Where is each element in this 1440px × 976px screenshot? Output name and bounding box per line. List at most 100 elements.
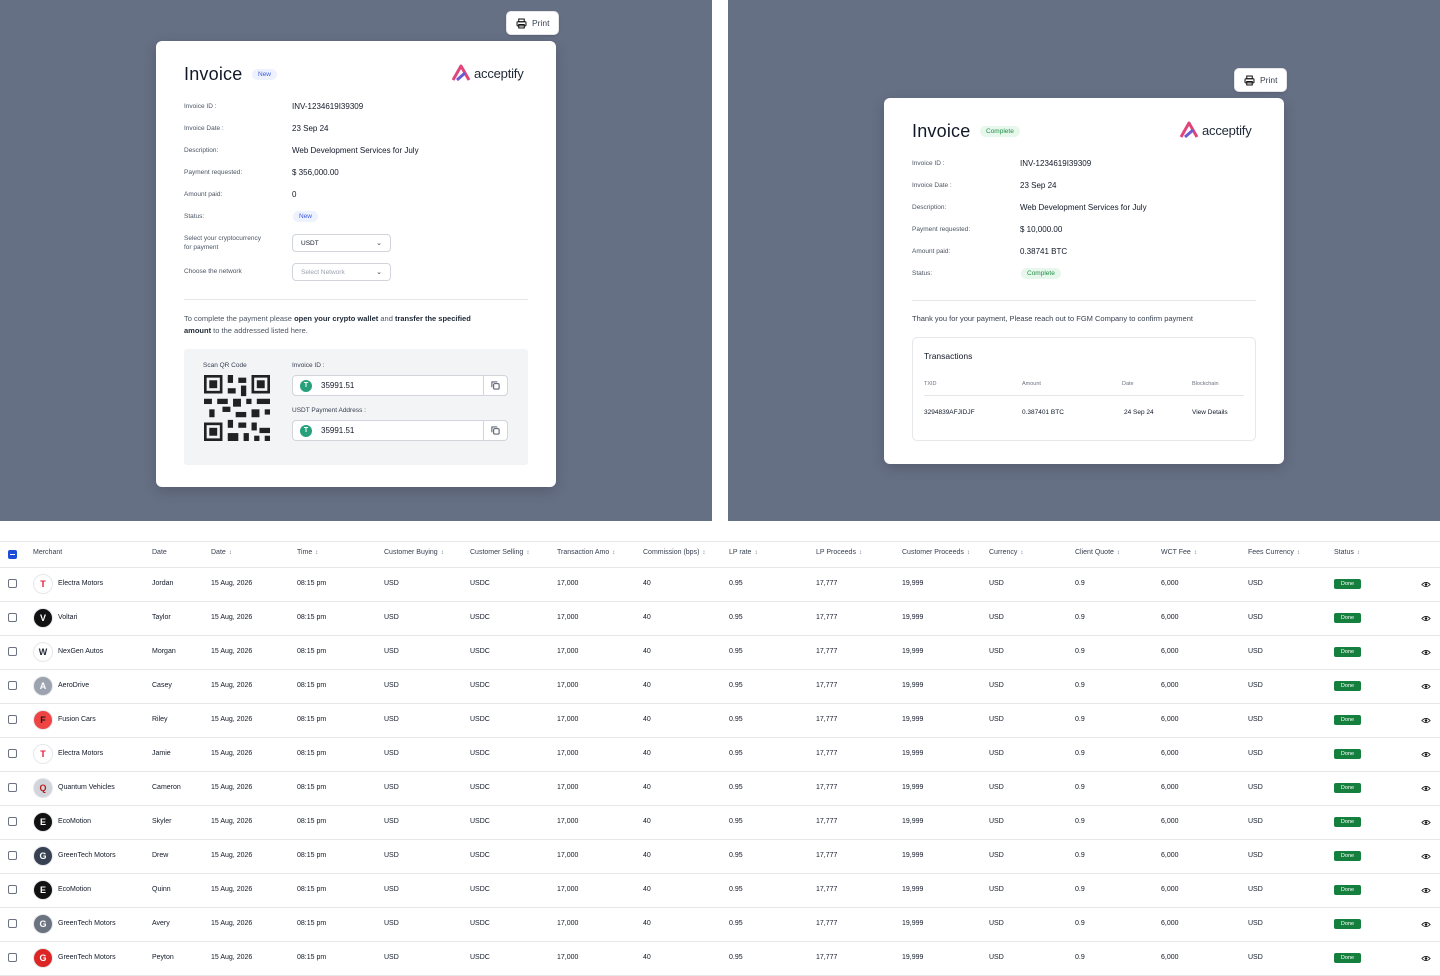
- cell-buying: USD: [384, 954, 399, 961]
- row-checkbox[interactable]: [8, 851, 17, 860]
- row-checkbox[interactable]: [8, 613, 17, 622]
- cell-customer-proceeds: 19,999: [902, 886, 924, 893]
- tx-header-blockchain: Blockchain: [1192, 381, 1219, 387]
- eye-icon[interactable]: [1421, 921, 1431, 928]
- column-header-lp-rate[interactable]: LP rate ↕: [729, 549, 757, 556]
- eye-icon[interactable]: [1421, 955, 1431, 962]
- eye-icon[interactable]: [1421, 683, 1431, 690]
- row-checkbox[interactable]: [8, 783, 17, 792]
- row-checkbox[interactable]: [8, 579, 17, 588]
- merchant-logo-icon: G: [33, 846, 53, 866]
- eye-icon[interactable]: [1421, 717, 1431, 724]
- eye-icon[interactable]: [1421, 853, 1431, 860]
- row-checkbox[interactable]: [8, 817, 17, 826]
- merchant-name: Voltari: [58, 614, 78, 621]
- sort-icon[interactable]: ↕: [1020, 550, 1023, 556]
- column-header-customer-buying[interactable]: Customer Buying ↕: [384, 549, 444, 556]
- sort-icon[interactable]: ↕: [315, 550, 318, 556]
- view-details-link[interactable]: View Details: [1192, 409, 1228, 416]
- column-header-customer-selling[interactable]: Customer Selling ↕: [470, 549, 529, 556]
- cell-client-quote: 0.9: [1075, 750, 1085, 757]
- row-checkbox[interactable]: [8, 681, 17, 690]
- cell-amount: 17,000: [557, 852, 579, 859]
- amount-paid-label: Amount paid:: [184, 191, 223, 198]
- print-button[interactable]: Print: [506, 11, 560, 35]
- row-checkbox[interactable]: [8, 647, 17, 656]
- description-label: Description:: [912, 204, 947, 211]
- eye-icon[interactable]: [1421, 615, 1431, 622]
- column-header-fees-currency[interactable]: Fees Currency ↕: [1248, 549, 1300, 556]
- sort-icon[interactable]: ↕: [702, 550, 705, 556]
- print-button[interactable]: Print: [1234, 68, 1288, 92]
- cell-lp-proceeds: 17,777: [816, 614, 838, 621]
- row-checkbox[interactable]: [8, 715, 17, 724]
- sort-icon[interactable]: ↕: [1117, 550, 1120, 556]
- sort-icon[interactable]: ↕: [441, 550, 444, 556]
- cell-commission: 40: [643, 750, 651, 757]
- column-header-client-quote[interactable]: Client Quote ↕: [1075, 549, 1120, 556]
- status-value-badge: New: [293, 211, 319, 222]
- cell-customer-proceeds: 19,999: [902, 852, 924, 859]
- column-header-status[interactable]: Status ↕: [1334, 549, 1360, 556]
- cell-commission: 40: [643, 716, 651, 723]
- row-checkbox[interactable]: [8, 885, 17, 894]
- sort-icon[interactable]: ↕: [229, 550, 232, 556]
- crypto-select[interactable]: USDT ⌄: [292, 234, 391, 252]
- sort-icon[interactable]: ↕: [1194, 550, 1197, 556]
- sort-icon[interactable]: ↕: [526, 550, 529, 556]
- cell-date: 15 Aug, 2026: [211, 614, 253, 621]
- merchant-name: GreenTech Motors: [58, 920, 116, 927]
- column-header-label: LP rate: [729, 549, 752, 556]
- invoice-card: Invoice Complete acceptify Invoice ID : …: [884, 98, 1284, 464]
- column-header-label: Merchant: [33, 549, 63, 556]
- eye-icon[interactable]: [1421, 751, 1431, 758]
- sort-icon[interactable]: ↕: [1357, 550, 1360, 556]
- copy-icon[interactable]: [483, 375, 507, 396]
- row-checkbox[interactable]: [8, 953, 17, 962]
- sort-icon[interactable]: ↕: [754, 550, 757, 556]
- cell-lp-proceeds: 17,777: [816, 750, 838, 757]
- cell-selling: USDC: [470, 648, 490, 655]
- column-header-date[interactable]: Date ↕: [211, 549, 232, 556]
- row-divider: [0, 941, 1440, 942]
- eye-icon[interactable]: [1421, 581, 1431, 588]
- cell-time: 08:15 pm: [297, 750, 327, 757]
- eye-icon[interactable]: [1421, 649, 1431, 656]
- status-label: Status:: [184, 213, 205, 220]
- cell-time: 08:15 pm: [297, 886, 327, 893]
- cell-lp-proceeds: 17,777: [816, 852, 838, 859]
- row-divider: [0, 839, 1440, 840]
- cell-selling: USDC: [470, 580, 490, 587]
- cell-lp-rate: 0.95: [729, 886, 743, 893]
- select-all-checkbox[interactable]: [8, 550, 17, 559]
- network-select[interactable]: Select Network ⌄: [292, 263, 391, 281]
- column-header-commission[interactable]: Commission (bps) ↕: [643, 549, 705, 556]
- eye-icon[interactable]: [1421, 785, 1431, 792]
- crypto-label-2: for payment: [184, 244, 219, 251]
- sort-icon[interactable]: ↕: [967, 550, 970, 556]
- column-header-customer-proceeds[interactable]: Customer Proceeds ↕: [902, 549, 970, 556]
- cell-time: 08:15 pm: [297, 852, 327, 859]
- status-badge: Done: [1334, 647, 1361, 657]
- row-checkbox[interactable]: [8, 919, 17, 928]
- invoice-date-label: Invoice Date :: [184, 125, 224, 132]
- column-header-transaction-amount[interactable]: Transaction Amo ↕: [557, 549, 615, 556]
- sort-icon[interactable]: ↕: [859, 550, 862, 556]
- column-header-wct-fee[interactable]: WCT Fee ↕: [1161, 549, 1197, 556]
- column-header-label: Status: [1334, 549, 1354, 556]
- acceptify-logo: acceptify: [451, 64, 524, 82]
- column-header-time[interactable]: Time ↕: [297, 549, 318, 556]
- column-header-lp-proceeds[interactable]: LP Proceeds ↕: [816, 549, 862, 556]
- column-header-currency[interactable]: Currency ↕: [989, 549, 1023, 556]
- row-checkbox[interactable]: [8, 749, 17, 758]
- sort-icon[interactable]: ↕: [612, 550, 615, 556]
- eye-icon[interactable]: [1421, 887, 1431, 894]
- sort-icon[interactable]: ↕: [1297, 550, 1300, 556]
- copy-icon[interactable]: [483, 420, 507, 441]
- address-field[interactable]: T 35991.51: [292, 420, 508, 441]
- cell-client-quote: 0.9: [1075, 784, 1085, 791]
- invoice-id-field[interactable]: T 35991.51: [292, 375, 508, 396]
- status-badge: Complete: [980, 126, 1020, 137]
- address-field-value: 35991.51: [321, 426, 355, 435]
- eye-icon[interactable]: [1421, 819, 1431, 826]
